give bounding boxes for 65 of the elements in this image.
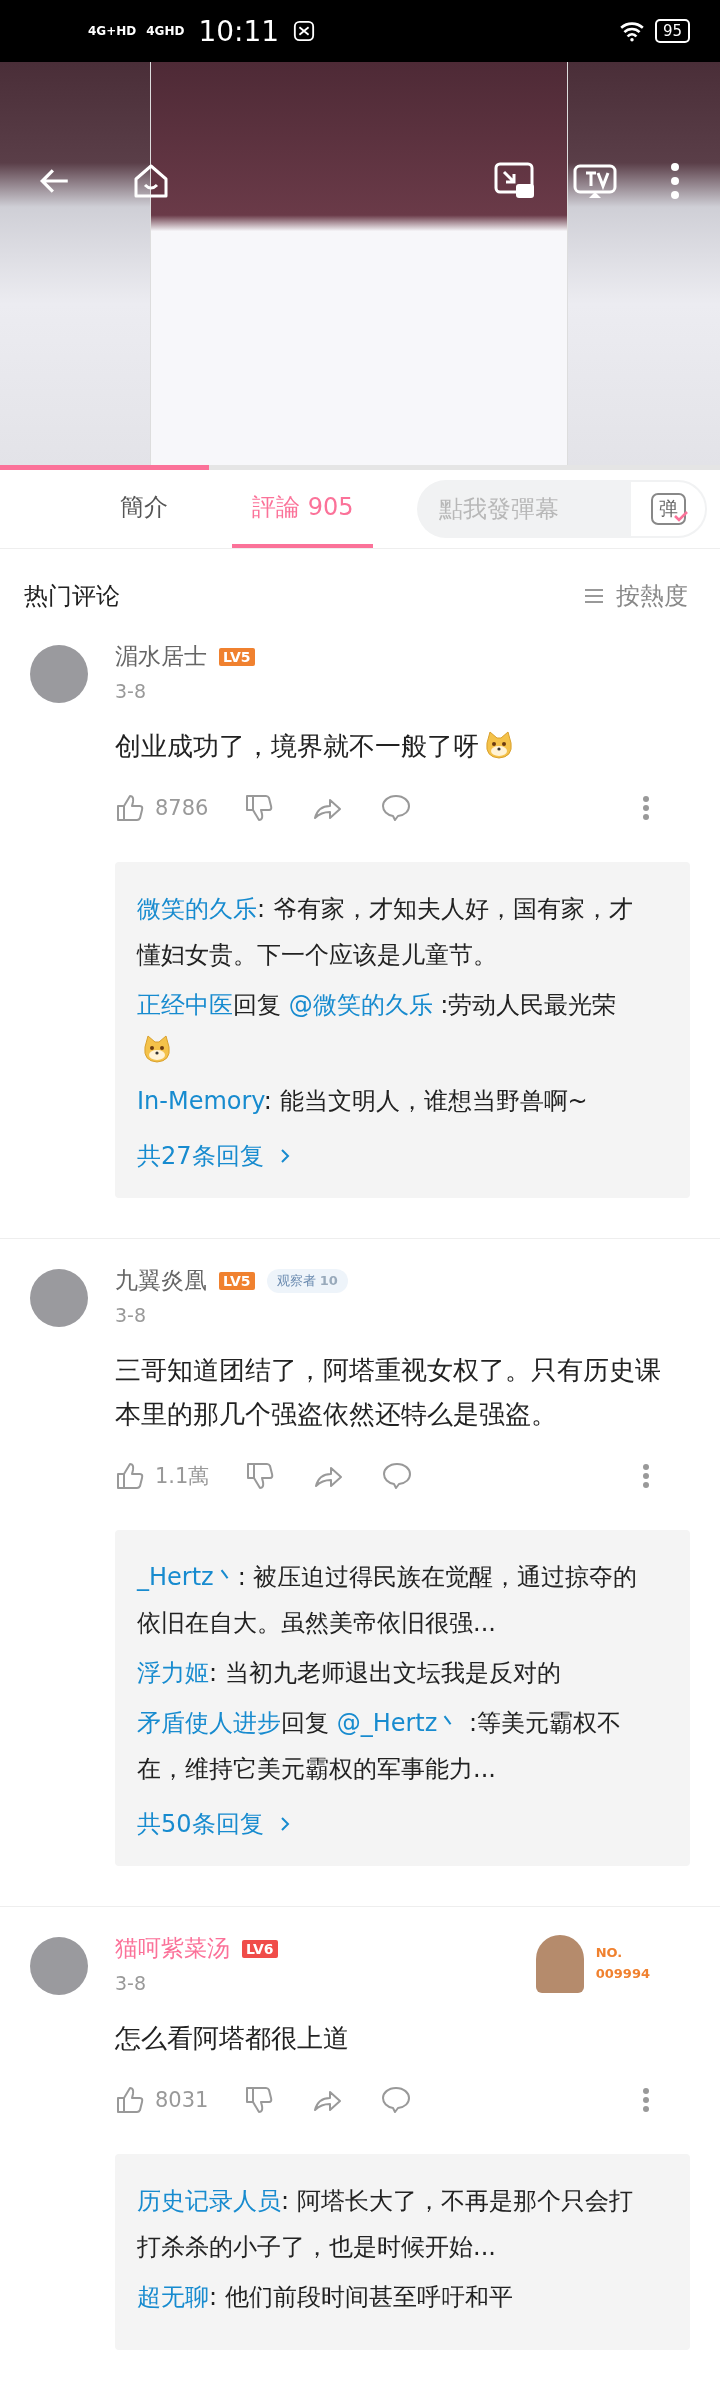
reply-text: 正经中医回复 @微笑的久乐 :劳动人民最光荣 [137,982,650,1074]
user-link[interactable]: 历史记录人员 [137,2187,281,2215]
username[interactable]: 猫呵紫菜汤 [115,1933,230,1964]
list-icon [584,588,604,604]
clock-time: 10:11 [198,14,280,48]
user-link[interactable]: In-Memory [137,1087,264,1115]
sort-button[interactable]: 按熱度 [578,579,694,613]
comment-icon[interactable] [380,2085,413,2115]
tab[interactable]: 評論 905 [232,470,374,548]
reply-text: 矛盾使人进步回复 @_Hertz丶 :等美元霸权不在，维持它美元霸权的军事能力... [137,1708,623,1785]
tab[interactable]: 簡介 [100,470,188,548]
reply-text: _Hertz丶: 被压迫过得民族在觉醒，通过掠夺的依旧在自大。虽然美帝依旧很强... [137,1562,639,1639]
signal-indicator: 4GHD [146,24,185,38]
comment-text: 创业成功了，境界就不一般了呀 [115,724,670,768]
more-icon[interactable] [670,162,680,200]
wifi-icon [618,20,645,42]
danmaku-toggle-button[interactable]: 弹 [629,480,708,538]
username[interactable]: 湄水居士 [115,641,207,672]
comment-date: 3-8 [115,1304,148,1326]
username[interactable]: 九翼炎凰 [115,1265,207,1296]
danmaku-input-field[interactable]: 點我發彈幕 [417,480,630,538]
medal-badge: 观察者 10 [266,1268,348,1293]
reply-text: 微笑的久乐: 爷有家，才知夫人好，国有家，才懂妇女贵。下一个应该是儿童节。 [137,894,634,971]
view-replies-link[interactable]: 共27条回复 [137,1140,290,1172]
chevron-right-icon [279,1148,290,1164]
chevron-right-icon [279,1816,290,1832]
view-replies-link[interactable]: 共50条回复 [137,1808,290,1840]
level-badge: LV5 [219,647,255,666]
user-link[interactable]: 超无聊 [137,2283,209,2311]
level-badge: LV5 [219,1271,255,1290]
dislike-icon[interactable] [244,793,275,823]
thumbs-up-icon [115,2085,145,2115]
picture-in-picture-icon[interactable] [494,162,536,200]
thumbs-up-icon [115,1461,145,1491]
reply-text: 浮力姬: 当初九老师退出文坛我是反对的 [137,1658,562,1689]
mention-link[interactable]: @_Hertz丶 [336,1709,462,1737]
level-badge: LV6 [242,1939,278,1958]
like-button[interactable]: 8786 [115,793,209,823]
dislike-icon[interactable] [245,1461,276,1491]
video-progress-track[interactable] [0,465,720,470]
battery-indicator: 95 [654,19,690,43]
user-link[interactable]: 浮力姬 [137,1659,209,1687]
tv-cast-icon[interactable] [573,162,617,200]
user-link[interactable]: _Hertz丶 [137,1563,238,1591]
reply-text: 历史记录人员: 阿塔长大了，不再是那个只会打打杀杀的小子了，也是时候开始... [137,2186,634,2263]
comment-date: 3-8 [115,680,148,702]
video-player[interactable] [0,62,720,465]
comment-icon[interactable] [381,1461,414,1491]
user-link[interactable]: 微笑的久乐 [137,895,257,923]
comment-date: 3-8 [115,1972,148,1994]
comment-text: 三哥知道团结了，阿塔重视女权了。只有历史课本里的那几个强盗依然还特么是强盗。 [115,1354,662,1431]
user-link[interactable]: 矛盾使人进步 [137,1709,281,1737]
mention-link[interactable]: @微笑的久乐 [288,991,433,1019]
reply-text: 超无聊: 他们前段时间甚至呼吁和平 [137,2282,514,2313]
comment-text: 怎么看阿塔都很上道 [115,2022,350,2055]
user-link[interactable]: 正经中医 [137,991,233,1019]
signal-indicator: 4G+HD [88,24,137,38]
dislike-icon[interactable] [244,2085,275,2115]
like-button[interactable]: 8031 [115,2085,209,2115]
like-button[interactable]: 1.1萬 [115,1461,210,1491]
fan-card-number: NO. 009994 [595,1943,650,1983]
section-title: 热门评论 [24,581,120,612]
reply-text: In-Memory: 能当文明人，谁想当野兽啊~ [137,1086,589,1117]
thumbs-up-icon [115,793,145,823]
comment-icon[interactable] [380,793,413,823]
